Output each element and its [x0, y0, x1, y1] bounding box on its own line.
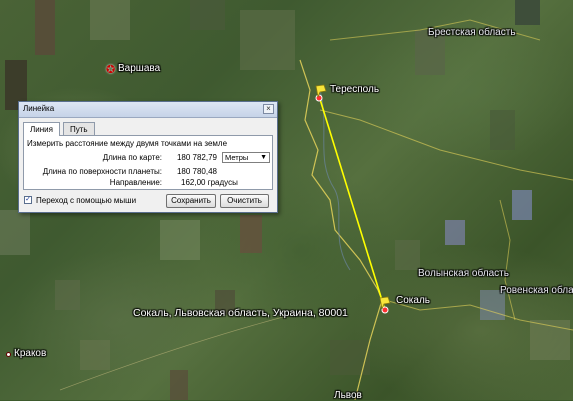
chevron-down-icon: ▼: [260, 154, 267, 161]
map-length-value: 180 782,79: [176, 153, 217, 162]
capital-star-icon: ✪: [106, 63, 116, 76]
ground-length-label: Длина по поверхности планеты:: [42, 167, 162, 176]
region-border: [499, 199, 516, 321]
tab-path[interactable]: Путь: [63, 122, 95, 135]
city-label-krakow[interactable]: Краков: [14, 348, 46, 359]
region-border: [319, 109, 573, 181]
city-label-lviv[interactable]: Львов: [334, 390, 362, 401]
pushpin-icon[interactable]: [314, 82, 328, 99]
region-label-volyn[interactable]: Волынская область: [418, 268, 509, 279]
close-icon[interactable]: ×: [263, 104, 274, 114]
search-result-label[interactable]: Сокаль, Львовская область, Украина, 8000…: [133, 307, 348, 319]
state-border: [299, 59, 383, 400]
units-value: Метры: [225, 153, 249, 162]
ground-length-value: 180 780,48: [176, 167, 217, 176]
region-label-rivne[interactable]: Ровенская область: [500, 285, 573, 296]
dialog-footer: ✓ Переход с помощью мыши Сохранить Очист…: [23, 194, 273, 210]
region-label-brest[interactable]: Брестская область: [428, 27, 516, 38]
pushpin-icon[interactable]: [378, 294, 392, 311]
dialog-titlebar[interactable]: Линейка ×: [19, 102, 277, 118]
save-button[interactable]: Сохранить: [166, 194, 216, 208]
heading-label: Направление:: [109, 178, 162, 187]
road: [59, 309, 311, 391]
map-length-label: Длина по карте:: [102, 153, 162, 162]
measure-line: [318, 95, 386, 311]
city-label-terespol[interactable]: Тересполь: [330, 84, 379, 95]
city-dot-icon: [6, 352, 11, 357]
heading-value: 162,00 градусы: [181, 178, 238, 187]
dialog-title: Линейка: [23, 104, 55, 113]
tab-line[interactable]: Линия: [23, 122, 60, 136]
measure-description: Измерить расстояние между двумя точками …: [27, 139, 228, 148]
measure-panel: Измерить расстояние между двумя точками …: [23, 135, 273, 190]
mouse-nav-checkbox[interactable]: ✓: [24, 196, 32, 204]
city-label-warsaw[interactable]: Варшава: [118, 63, 160, 74]
ruler-dialog: Линейка × Линия Путь Измерить расстояние…: [18, 101, 278, 213]
mouse-nav-label: Переход с помощью мыши: [36, 196, 137, 205]
units-select[interactable]: Метры ▼: [222, 152, 270, 163]
clear-button[interactable]: Очистить: [220, 194, 269, 208]
city-label-sokal[interactable]: Сокаль: [396, 295, 430, 306]
